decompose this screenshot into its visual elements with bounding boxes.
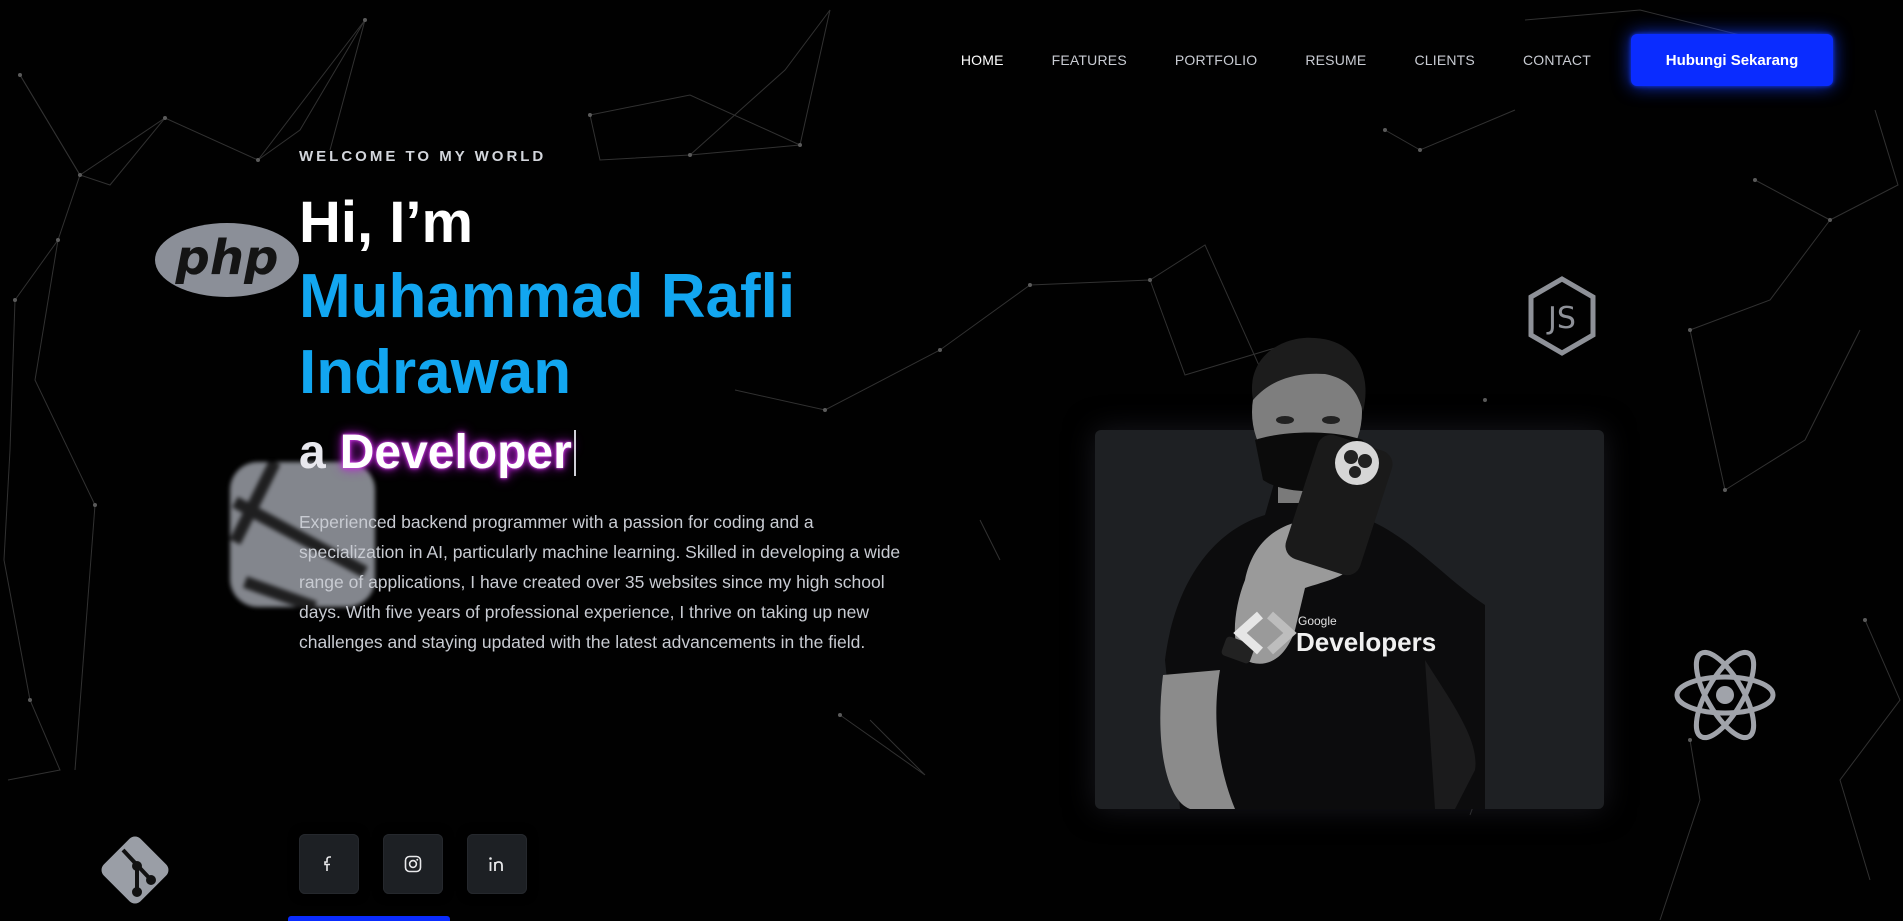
linkedin-icon	[489, 857, 503, 871]
shirt-text-large: Developers	[1296, 627, 1436, 657]
name-line-2: Indrawan	[299, 338, 572, 407]
php-label: php	[175, 230, 279, 286]
contact-now-button[interactable]: Hubungi Sekarang	[1631, 34, 1833, 86]
nav-clients[interactable]: CLIENTS	[1414, 52, 1475, 68]
typing-cursor	[573, 430, 576, 476]
facebook-icon	[324, 856, 331, 871]
nav-resume[interactable]: RESUME	[1305, 52, 1366, 68]
nav-portfolio[interactable]: PORTFOLIO	[1175, 52, 1257, 68]
nav-home[interactable]: HOME	[961, 52, 1004, 68]
react-icon	[1673, 648, 1777, 747]
role-typed-word: Developer	[339, 426, 572, 479]
facebook-button[interactable]	[299, 834, 359, 894]
hero-section: WELCOME TO MY WORLD Hi, I’m Muhammad Raf…	[299, 148, 939, 657]
profile-photo: Google Developers	[1160, 337, 1485, 809]
greeting-heading: Hi, I’m	[299, 190, 474, 255]
git-icon	[95, 830, 175, 915]
shirt-text-small: Google	[1298, 614, 1337, 628]
page: HOME FEATURES PORTFOLIO RESUME CLIENTS C…	[0, 0, 1903, 921]
role-prefix: a	[299, 426, 326, 479]
instagram-button[interactable]	[383, 834, 443, 894]
name-line-1: Muhammad Rafli	[299, 262, 796, 331]
bio-paragraph: Experienced backend programmer with a pa…	[299, 512, 901, 652]
name-heading: Muhammad Rafli Indrawan	[299, 259, 939, 411]
nav-features[interactable]: FEATURES	[1052, 52, 1127, 68]
social-links	[299, 834, 551, 894]
linkedin-button[interactable]	[467, 834, 527, 894]
scroll-accent-bar	[288, 916, 450, 921]
php-icon: php	[155, 222, 300, 303]
nav-contact[interactable]: CONTACT	[1523, 52, 1591, 68]
role-line: a Developer	[299, 423, 939, 483]
main-nav: HOME FEATURES PORTFOLIO RESUME CLIENTS C…	[961, 34, 1833, 86]
instagram-icon	[404, 855, 422, 873]
welcome-eyebrow: WELCOME TO MY WORLD	[299, 148, 547, 165]
background-network	[3, 9, 1901, 921]
